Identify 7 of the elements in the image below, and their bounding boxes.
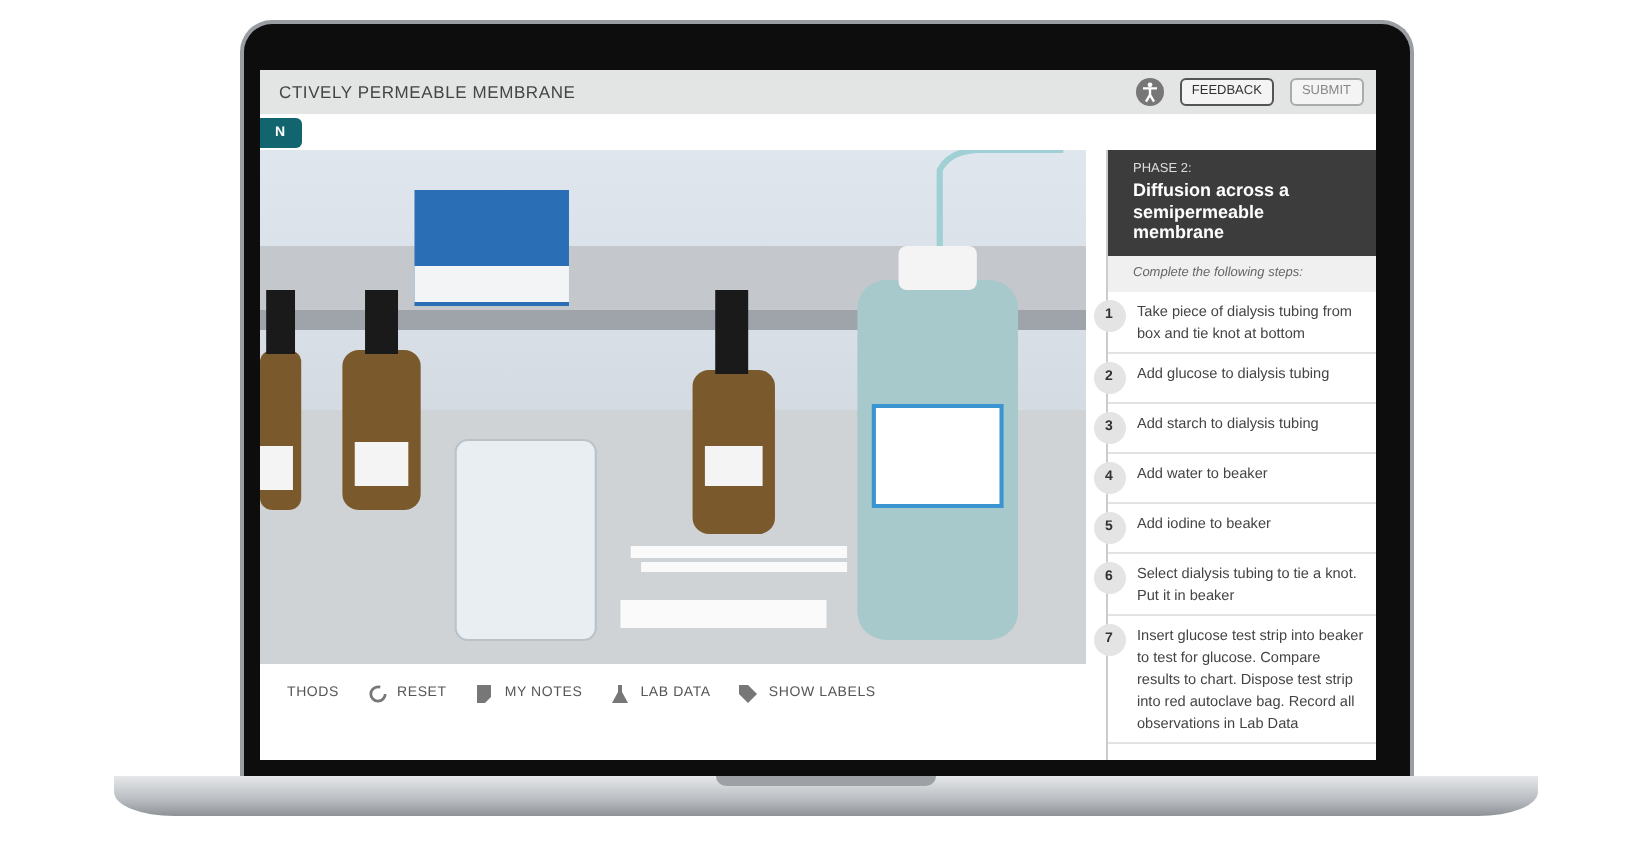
accessibility-icon[interactable] bbox=[1135, 78, 1164, 106]
flask-icon bbox=[610, 684, 631, 704]
reset-icon bbox=[367, 684, 387, 704]
notes-icon bbox=[474, 684, 495, 704]
tag-icon bbox=[738, 684, 759, 704]
phase-title: Diffusion across a semipermeable membrane bbox=[1133, 179, 1292, 245]
app-title: CTIVELY PERMEABLE MEMBRANE bbox=[279, 79, 578, 105]
